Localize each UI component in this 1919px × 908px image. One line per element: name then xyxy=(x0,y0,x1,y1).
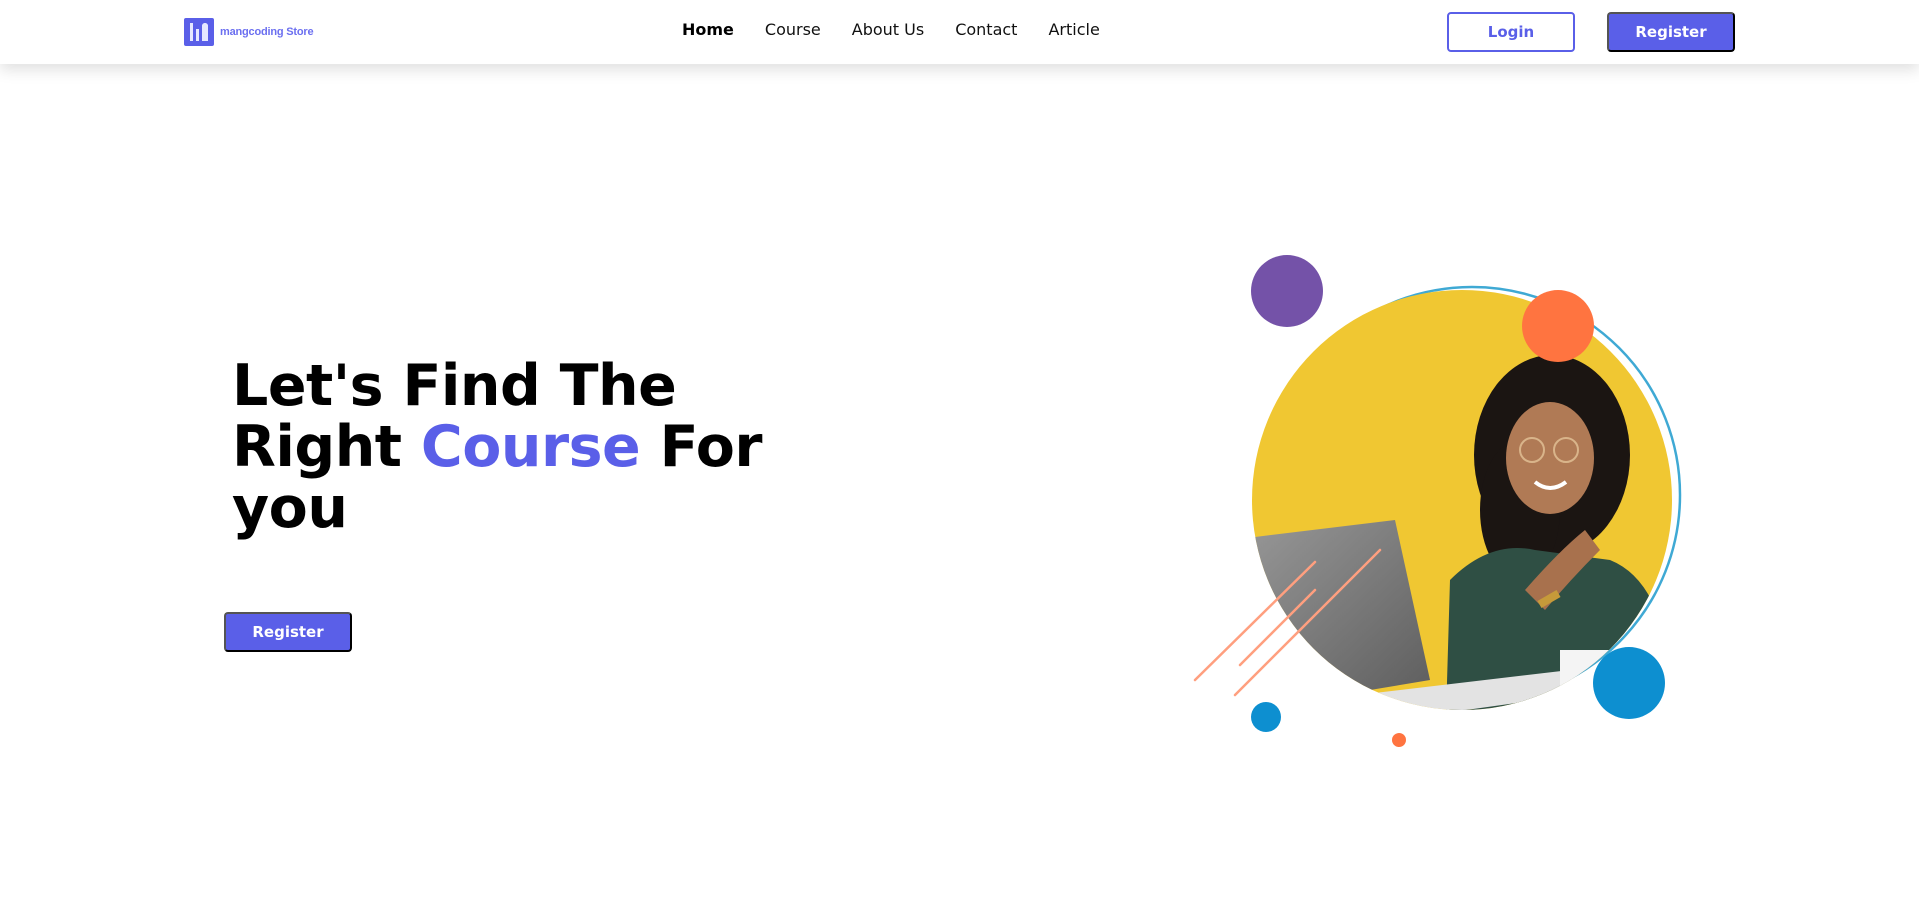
register-button-hero[interactable]: Register xyxy=(224,612,352,652)
brand-name: mangcoding Store xyxy=(220,26,314,38)
blue-circle-large xyxy=(1593,647,1665,719)
hero-title: Let's Find The Right Course For you xyxy=(232,356,792,539)
orange-circle-large xyxy=(1522,290,1594,362)
purple-circle xyxy=(1251,255,1323,327)
logo-icon xyxy=(184,18,214,46)
hero-illustration xyxy=(1190,250,1690,760)
blue-circle-small xyxy=(1251,702,1281,732)
main-nav: Home Course About Us Contact Article xyxy=(682,20,1100,39)
nav-course[interactable]: Course xyxy=(765,20,821,39)
nav-about-us[interactable]: About Us xyxy=(852,20,924,39)
login-button[interactable]: Login xyxy=(1447,12,1575,52)
nav-contact[interactable]: Contact xyxy=(955,20,1017,39)
register-button-header[interactable]: Register xyxy=(1607,12,1735,52)
hero-title-accent: Course xyxy=(420,414,641,480)
orange-dot-small xyxy=(1392,733,1406,747)
nav-home[interactable]: Home xyxy=(682,20,734,39)
navbar: mangcoding Store Home Course About Us Co… xyxy=(0,0,1919,64)
nav-article[interactable]: Article xyxy=(1048,20,1099,39)
brand-logo[interactable]: mangcoding Store xyxy=(184,17,314,47)
